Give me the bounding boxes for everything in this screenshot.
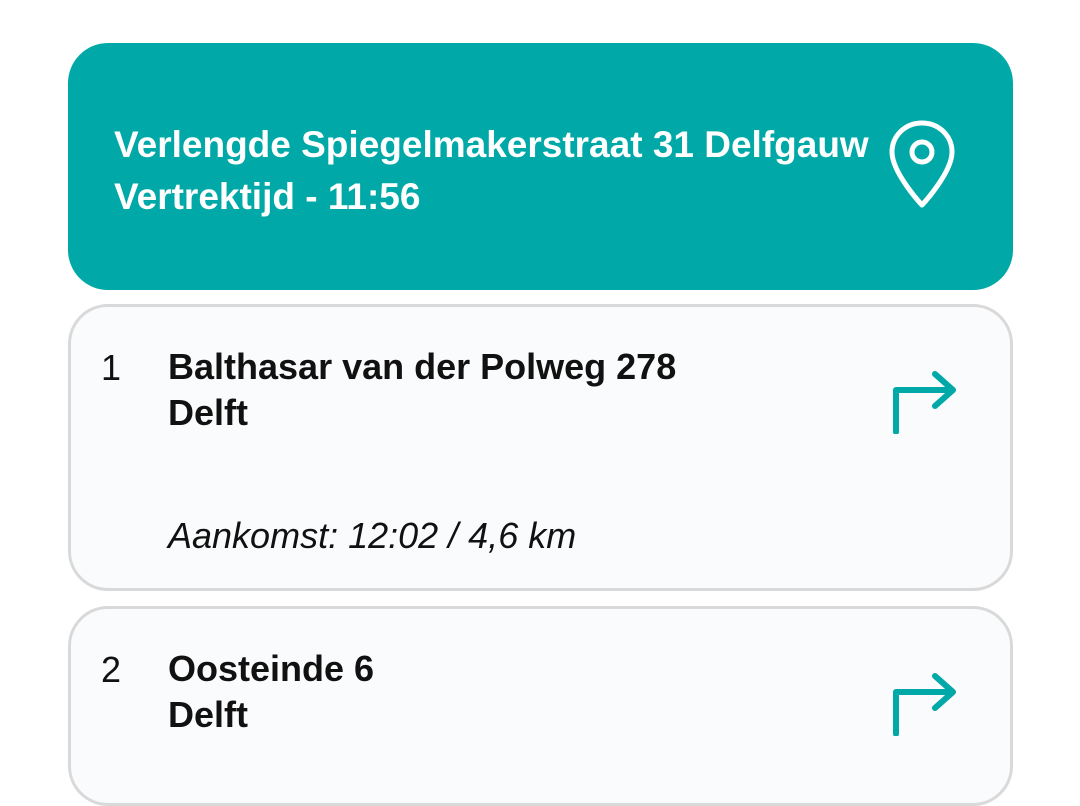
stop-number: 2 (101, 649, 122, 690)
stop-address: Balthasar van der Polweg 278 Delft (168, 344, 676, 436)
arrival-info: Aankomst: 12:02 / 4,6 km (168, 515, 577, 556)
origin-card[interactable]: Verlengde Spiegelmakerstraat 31 Delfgauw… (68, 43, 1013, 290)
stop-number: 1 (101, 347, 122, 388)
stop-street: Oosteinde 6 (168, 648, 375, 689)
stop-address: Oosteinde 6 Delft (168, 646, 374, 738)
stop-city: Delft (168, 694, 248, 735)
stop-city: Delft (168, 392, 248, 433)
location-pin-icon[interactable] (888, 119, 956, 211)
turn-right-icon[interactable] (889, 664, 961, 736)
stop-card[interactable]: 1 Balthasar van der Polweg 278 Delft Aan… (68, 304, 1013, 591)
origin-address: Verlengde Spiegelmakerstraat 31 Delfgauw (114, 124, 869, 165)
stop-street: Balthasar van der Polweg 278 (168, 346, 677, 387)
origin-info: Verlengde Spiegelmakerstraat 31 Delfgauw… (114, 119, 869, 223)
stop-card[interactable]: 2 Oosteinde 6 Delft (68, 606, 1013, 806)
turn-right-icon[interactable] (889, 362, 961, 434)
departure-time: Vertrektijd - 11:56 (114, 176, 421, 217)
